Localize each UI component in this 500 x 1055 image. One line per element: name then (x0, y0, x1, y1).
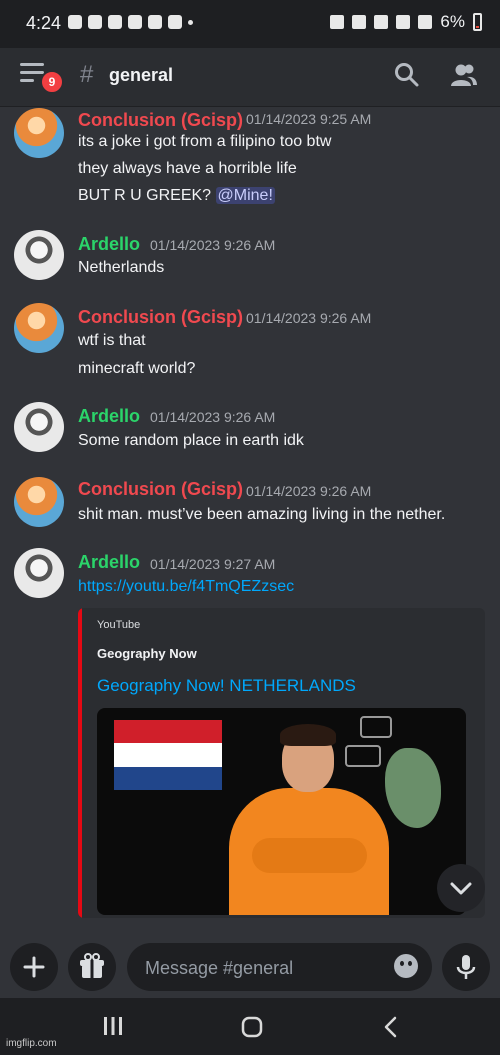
notification-badge: 9 (40, 70, 64, 94)
message-group: Ardello 01/14/2023 9:26 AM Some random p… (0, 402, 500, 462)
avatar[interactable] (14, 230, 64, 280)
youtube-embed: YouTube Geography Now Geography Now! NET… (78, 608, 485, 918)
channel-name[interactable]: general (109, 65, 173, 86)
message-composer (0, 928, 500, 991)
message-group: Ardello 01/14/2023 9:26 AM Netherlands (0, 230, 500, 290)
video-thumbnail[interactable] (97, 708, 466, 915)
message-group: Ardello 01/14/2023 9:27 AM https://youtu… (0, 548, 500, 603)
username[interactable]: Conclusion (Gcisp) (78, 307, 243, 328)
search-icon[interactable] (394, 62, 420, 88)
message-link[interactable]: https://youtu.be/f4TmQEZzsec (78, 578, 294, 596)
chevron-down-icon (450, 882, 472, 895)
signal-icon (418, 15, 433, 29)
channel-hash-icon: # (80, 61, 94, 88)
message-input[interactable] (143, 955, 377, 981)
presenter-hair (280, 724, 336, 746)
sign-image (345, 745, 381, 767)
timestamp: 01/14/2023 9:26 AM (246, 310, 372, 326)
username[interactable]: Conclusion (Gcisp) (78, 479, 243, 500)
message-text: they always have a horrible life (78, 160, 297, 177)
netherlands-flag-image (114, 720, 222, 790)
message-text: Some random place in earth idk (78, 432, 304, 449)
message-text: wtf is that (78, 332, 146, 349)
battery-icon (473, 13, 482, 31)
message-text-prefix: BUT R U GREEK? (78, 187, 212, 204)
user-mention[interactable]: @Mine! (215, 187, 275, 204)
status-bar: 4:24 6% (0, 0, 500, 48)
home-icon[interactable] (240, 1015, 264, 1039)
twitter-icon (128, 15, 142, 29)
message-group: Conclusion (Gcisp) 01/14/2023 9:26 AM sh… (0, 475, 500, 535)
username[interactable]: Ardello (78, 234, 140, 255)
battery-percent: 6% (440, 12, 465, 31)
avatar[interactable] (14, 303, 64, 353)
timestamp: 01/14/2023 9:26 AM (246, 483, 372, 499)
message-text: Netherlands (78, 259, 165, 276)
message-text: BUT R U GREEK? @Mine! (78, 187, 275, 205)
timestamp: 01/14/2023 9:27 AM (150, 556, 276, 572)
voice-message-button[interactable] (442, 943, 490, 991)
more-dot-icon (188, 20, 193, 25)
recent-apps-icon[interactable] (102, 1015, 124, 1037)
members-icon[interactable] (450, 62, 478, 88)
channel-header: 9 # general (0, 48, 500, 107)
microphone-icon (456, 955, 476, 979)
message-text: its a joke i got from a filipino too btw (78, 133, 332, 150)
embed-title[interactable]: Geography Now! NETHERLANDS (97, 676, 356, 696)
timestamp: 01/14/2023 9:26 AM (150, 409, 276, 425)
gift-button[interactable] (68, 943, 116, 991)
wifi-icon (396, 15, 411, 29)
plus-icon (23, 956, 45, 978)
jump-to-bottom-button[interactable] (437, 864, 485, 912)
message-group: Conclusion (Gcisp) 01/14/2023 9:26 AM wt… (0, 303, 500, 388)
message-group: Conclusion (Gcisp) 01/14/2023 9:25 AM it… (0, 106, 500, 216)
discord-icon (68, 15, 82, 29)
username[interactable]: Ardello (78, 552, 140, 573)
watermark: imgflip.com (6, 1038, 57, 1049)
emoji-icon[interactable] (394, 954, 418, 978)
avatar[interactable] (14, 548, 64, 598)
system-icons: 6% (330, 12, 482, 32)
clipboard-icon (108, 15, 122, 29)
account-icon (148, 15, 162, 29)
message-text: minecraft world? (78, 360, 196, 377)
username[interactable]: Ardello (78, 406, 140, 427)
notification-icons (68, 15, 193, 29)
presenter-arms (252, 838, 367, 873)
username[interactable]: Conclusion (Gcisp) (78, 110, 243, 131)
mute-icon (374, 15, 389, 29)
timestamp: 01/14/2023 9:26 AM (150, 237, 276, 253)
gift-icon (80, 953, 104, 978)
timestamp: 01/14/2023 9:25 AM (246, 111, 372, 127)
back-icon[interactable] (380, 1015, 402, 1039)
embed-author[interactable]: Geography Now (97, 646, 197, 661)
system-navigation-bar: imgflip.com (0, 998, 500, 1055)
embed-provider[interactable]: YouTube (97, 619, 140, 631)
avatar[interactable] (14, 402, 64, 452)
edit-icon (330, 15, 345, 29)
avatar[interactable] (14, 477, 64, 527)
avatar[interactable] (14, 108, 64, 158)
embed-accent-bar (78, 608, 82, 918)
message-text: shit man. must’ve been amazing living in… (78, 506, 446, 523)
clock: 4:24 (26, 13, 62, 33)
alarm-icon (352, 15, 367, 29)
discord-icon (88, 15, 102, 29)
map-image (385, 748, 441, 828)
add-attachment-button[interactable] (10, 943, 58, 991)
message-box (127, 943, 432, 991)
voicemail-icon (168, 15, 182, 29)
sign-image (360, 716, 392, 738)
